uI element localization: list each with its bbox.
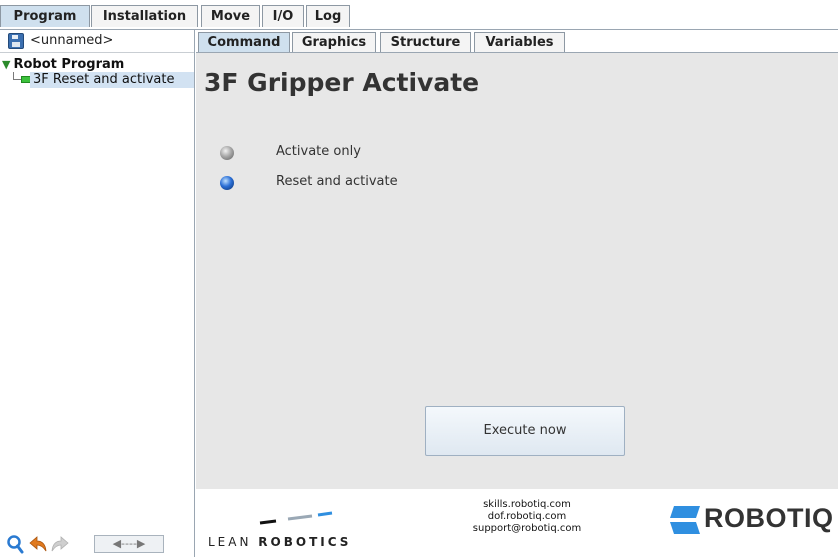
tab-move[interactable]: Move	[201, 5, 260, 27]
tab-structure[interactable]: Structure	[380, 32, 471, 52]
execute-now-button[interactable]: Execute now	[425, 406, 625, 456]
robotiq-wordmark: ROBOTIQ	[704, 503, 834, 533]
move-node-control[interactable]: ◀----▶	[94, 535, 164, 553]
save-icon[interactable]	[8, 33, 24, 49]
tree-node-3f-reset-and-activate[interactable]: 3F Reset and activate	[30, 72, 194, 88]
contact-links: skills.robotiq.com dof.robotiq.com suppo…	[452, 499, 602, 535]
link-dof[interactable]: dof.robotiq.com	[452, 511, 602, 523]
search-icon[interactable]	[6, 534, 24, 554]
tab-log[interactable]: Log	[306, 5, 350, 27]
tab-variables[interactable]: Variables	[474, 32, 565, 52]
tree-root-robot-program[interactable]: ▼ Robot Program	[2, 58, 124, 72]
redo-icon[interactable]	[50, 534, 70, 554]
undo-icon[interactable]	[28, 534, 48, 554]
top-tab-bar: Program Installation Move I/O Log	[0, 0, 838, 30]
tab-graphics[interactable]: Graphics	[292, 32, 376, 52]
lean-robotics-wordmark: LEAN ROBOTICS	[208, 535, 352, 549]
tab-installation[interactable]: Installation	[91, 5, 198, 27]
tab-program[interactable]: Program	[0, 5, 90, 27]
tree-root-label: Robot Program	[13, 57, 125, 72]
radio-label-activate-only[interactable]: Activate only	[276, 144, 361, 159]
program-file-name: <unnamed>	[30, 33, 114, 48]
link-skills[interactable]: skills.robotiq.com	[452, 499, 602, 511]
radio-activate-only[interactable]	[220, 146, 234, 160]
expand-triangle-icon[interactable]: ▼	[2, 58, 10, 72]
tab-command[interactable]: Command	[198, 32, 290, 52]
tree-connector	[13, 79, 21, 80]
tree-toolbar: ◀----▶	[0, 528, 194, 557]
link-support[interactable]: support@robotiq.com	[452, 523, 602, 535]
radio-label-reset-and-activate[interactable]: Reset and activate	[276, 174, 398, 189]
program-tree-panel: <unnamed> ▼ Robot Program 3F Reset and ac…	[0, 30, 195, 557]
footer: LEAN ROBOTICS skills.robotiq.com dof.rob…	[196, 489, 838, 557]
page-title: 3F Gripper Activate	[204, 68, 480, 97]
main-panel: Command Graphics Structure Variables 3F …	[196, 30, 838, 557]
tab-io[interactable]: I/O	[262, 5, 304, 27]
radio-reset-and-activate[interactable]	[220, 176, 234, 190]
sub-tab-bar: Command Graphics Structure Variables	[196, 30, 838, 53]
file-row: <unnamed>	[0, 30, 194, 53]
